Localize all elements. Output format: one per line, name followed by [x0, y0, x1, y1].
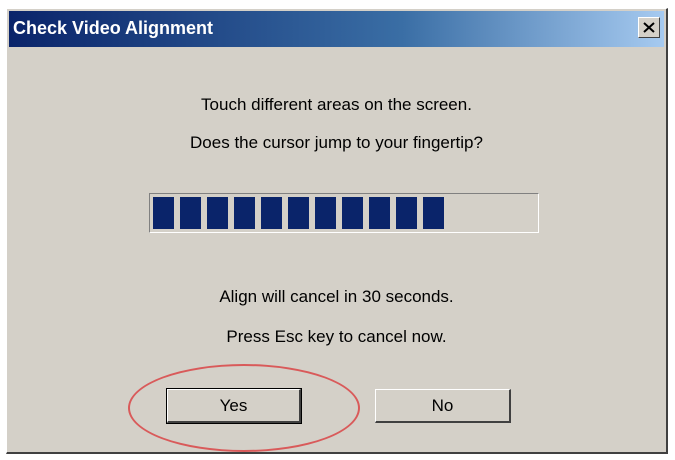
check-video-alignment-dialog: Check Video Alignment Touch different ar… [6, 8, 668, 454]
progress-block [207, 197, 228, 229]
window-title: Check Video Alignment [13, 18, 214, 38]
countdown-text: Align will cancel in 30 seconds. [219, 287, 454, 306]
progress-block [315, 197, 336, 229]
progress-block [261, 197, 282, 229]
progress-block [234, 197, 255, 229]
progress-block [369, 197, 390, 229]
progress-block [180, 197, 201, 229]
title-bar[interactable]: Check Video Alignment [9, 11, 664, 47]
countdown-progress-bar [149, 193, 539, 233]
progress-block [153, 197, 174, 229]
instruction-line-2: Does the cursor jump to your fingertip? [190, 133, 483, 152]
escape-hint-text: Press Esc key to cancel now. [226, 327, 447, 346]
progress-block [342, 197, 363, 229]
close-icon [643, 22, 655, 33]
progress-block [288, 197, 309, 229]
progress-block [423, 197, 444, 229]
yes-button[interactable]: Yes [166, 388, 302, 424]
close-button[interactable] [638, 17, 660, 38]
progress-block [396, 197, 417, 229]
instruction-line-1: Touch different areas on the screen. [201, 95, 472, 114]
no-button[interactable]: No [375, 389, 511, 423]
